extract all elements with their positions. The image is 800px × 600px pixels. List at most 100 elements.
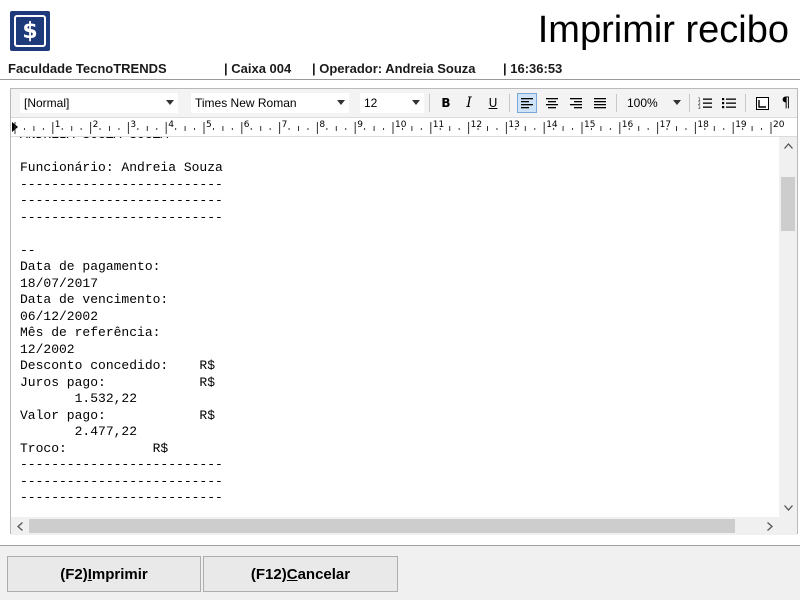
ruler-label: 9	[357, 120, 363, 130]
institution-label: Faculdade TecnoTRENDS	[8, 61, 167, 76]
dollar-logo-icon: $	[10, 11, 50, 51]
align-right-icon	[570, 97, 582, 108]
receipt-line: --------------------------	[20, 193, 223, 208]
ruler-label: 17	[660, 120, 671, 130]
receipt-line: Desconto concedido: R$	[20, 358, 216, 373]
page-layout-icon	[755, 96, 769, 110]
header: $ Imprimir recibo	[0, 0, 800, 58]
horizontal-scroll-thumb[interactable]	[29, 519, 735, 533]
receipt-line: --------------------------	[20, 490, 223, 505]
document-area[interactable]: ANDREIA SOUZA SOUZA Funcionário: Andreia…	[11, 137, 779, 517]
receipt-line: Mês de referência:	[20, 325, 161, 340]
style-select[interactable]: [Normal]	[20, 93, 178, 113]
ruler-label: 18	[697, 120, 709, 130]
ruler: 1 2 3 4 5 6 7 8 9 10 11 12 13 14 15 16 17 18 19 20	[11, 117, 797, 137]
align-center-icon	[546, 97, 558, 108]
cancel-button-shortcut: (F12)	[250, 565, 287, 583]
svg-text:3: 3	[698, 105, 701, 109]
cashier-label: | Caixa 004	[224, 61, 292, 76]
align-right-button[interactable]	[566, 93, 586, 113]
receipt-line: 18/07/2017	[20, 275, 99, 291]
numbered-list-button[interactable]: 1 2 3	[695, 93, 715, 113]
pilcrow-icon[interactable]: ¶	[776, 93, 796, 113]
scroll-up-button[interactable]	[779, 137, 797, 155]
ruler-label: 15	[584, 120, 595, 130]
cancel-button-label: ancelar	[297, 565, 351, 583]
align-justify-button[interactable]	[590, 93, 610, 113]
receipt-line: 1.532,22	[20, 391, 138, 406]
bold-button[interactable]: B	[436, 93, 456, 113]
print-button[interactable]: (F2) Imprimir	[7, 556, 201, 592]
font-select-value: Times New Roman	[195, 96, 297, 110]
ruler-label: 12	[471, 120, 482, 130]
rich-text-editor: [Normal] Times New Roman 12 B I U 100% 1…	[10, 88, 798, 535]
receipt-line: 06/12/2002	[20, 308, 99, 324]
print-button-label: mprimir	[91, 565, 148, 583]
font-size-select[interactable]: 12	[360, 93, 424, 113]
page-title: Imprimir recibo	[537, 9, 789, 51]
receipt-line: --------------------------	[20, 176, 223, 192]
ruler-label: 10	[395, 120, 407, 130]
cancel-button[interactable]: (F12) Cancelar	[203, 556, 398, 592]
receipt-line	[20, 144, 223, 161]
font-select[interactable]: Times New Roman	[191, 93, 349, 113]
receipt-line: 12/2002	[20, 341, 75, 357]
align-left-icon	[521, 97, 533, 108]
align-left-button[interactable]	[517, 93, 537, 113]
italic-button[interactable]: I	[459, 93, 479, 113]
receipt-line: --	[20, 242, 36, 258]
receipt-line: Data de pagamento:	[20, 259, 161, 274]
ruler-label: 3	[130, 120, 136, 130]
toolbar-separator	[689, 94, 690, 112]
logo-symbol: $	[14, 15, 46, 47]
toolbar-separator	[616, 94, 617, 112]
operator-label: | Operador: Andreia Souza	[312, 61, 476, 76]
font-size-value: 12	[364, 96, 378, 110]
align-justify-icon	[594, 97, 606, 108]
underline-button[interactable]: U	[483, 93, 503, 113]
align-center-button[interactable]	[542, 93, 562, 113]
numbered-list-icon: 1 2 3	[698, 97, 712, 109]
receipt-line	[20, 226, 223, 243]
ruler-label: 20	[773, 120, 785, 130]
scroll-down-button[interactable]	[779, 499, 797, 517]
receipt-text: ANDREIA SOUZA SOUZA Funcionário: Andreia…	[20, 137, 223, 507]
toolbar-separator	[509, 94, 510, 112]
scroll-left-button[interactable]	[11, 517, 29, 535]
chevron-down-icon	[673, 100, 681, 105]
scrollbar-corner	[779, 517, 797, 535]
ruler-label: 1	[55, 120, 61, 130]
cancel-button-mnemonic: C	[286, 565, 298, 583]
receipt-line: 2.477,22	[20, 424, 138, 439]
ruler-label: 5	[206, 120, 212, 130]
page-setup-button[interactable]	[752, 93, 772, 113]
ruler-label: 4	[168, 120, 174, 130]
ruler-label: 14	[546, 120, 558, 130]
vertical-scroll-thumb[interactable]	[781, 177, 795, 231]
receipt-line: --------------------------	[20, 473, 223, 489]
receipt-line: --------------------------	[20, 209, 223, 225]
ruler-label: 13	[508, 120, 519, 130]
chevron-down-icon	[166, 100, 174, 105]
chevron-up-icon	[783, 143, 793, 149]
receipt-line: Troco: R$	[20, 440, 169, 456]
ruler-label: 16	[622, 120, 634, 130]
chevron-left-icon	[17, 521, 23, 531]
toolbar-separator	[745, 94, 746, 112]
zoom-select[interactable]: 100%	[623, 93, 685, 113]
button-bar: (F2) Imprimir (F12) Cancelar	[0, 546, 800, 600]
receipt-line: --------------------------	[20, 457, 223, 472]
bullet-list-button[interactable]	[719, 93, 739, 113]
horizontal-scrollbar[interactable]	[11, 517, 779, 535]
ruler-label: 6	[244, 120, 250, 130]
ruler-scale: 1 2 3 4 5 6 7 8 9 10 11 12 13 14 15 16 17 18 19 20	[14, 120, 785, 134]
chevron-down-icon	[337, 100, 345, 105]
vertical-scrollbar[interactable]	[779, 137, 797, 517]
bullet-list-icon	[722, 98, 736, 109]
receipt-line: Valor pago: R$	[20, 407, 216, 423]
receipt-line: Funcionário: Andreia Souza	[20, 160, 223, 175]
style-select-value: [Normal]	[24, 96, 70, 110]
chevron-down-icon	[412, 100, 420, 105]
scroll-right-button[interactable]	[761, 517, 779, 535]
status-bar: Faculdade TecnoTRENDS | Caixa 004 | Oper…	[0, 58, 800, 80]
